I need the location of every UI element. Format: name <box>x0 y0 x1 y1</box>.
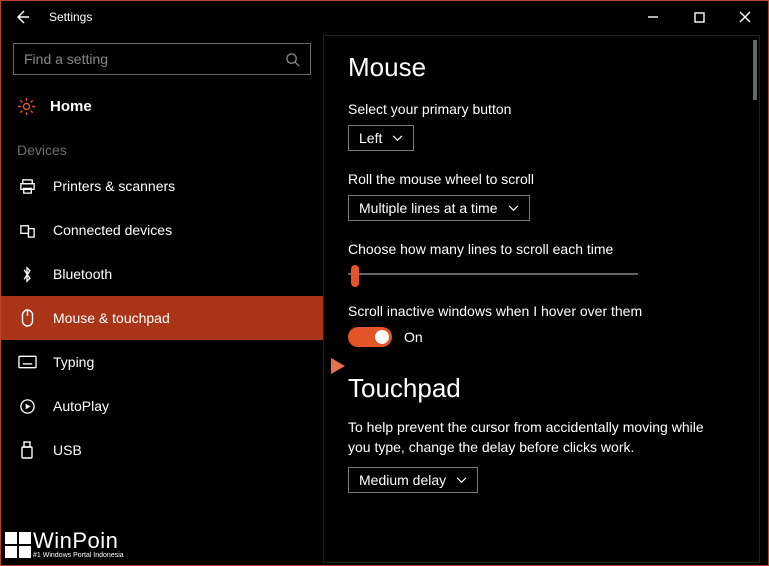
back-button[interactable] <box>1 9 43 25</box>
windows-logo-icon <box>5 532 31 558</box>
sidebar-item-label: Connected devices <box>53 222 172 238</box>
maximize-icon <box>694 12 705 23</box>
sidebar-item-label: Bluetooth <box>53 266 112 282</box>
lines-scroll-label: Choose how many lines to scroll each tim… <box>348 241 735 257</box>
slider-track <box>348 273 638 275</box>
sidebar-item-typing[interactable]: Typing <box>1 340 323 384</box>
usb-icon <box>17 441 37 459</box>
autoplay-icon <box>17 398 37 415</box>
toggle-knob <box>375 330 389 344</box>
sidebar-item-connected-devices[interactable]: Connected devices <box>1 208 323 252</box>
scroll-wheel-dropdown[interactable]: Multiple lines at a time <box>348 195 530 221</box>
minimize-button[interactable] <box>630 1 676 33</box>
sidebar-item-autoplay[interactable]: AutoPlay <box>1 384 323 428</box>
watermark: WinPoin #1 Windows Portal Indonesia <box>5 530 124 559</box>
main-panel: Mouse Select your primary button Left Ro… <box>323 35 760 563</box>
chevron-down-icon <box>456 477 467 484</box>
sidebar-item-usb[interactable]: USB <box>1 428 323 472</box>
toggle-state-text: On <box>404 329 423 345</box>
mouse-icon <box>17 309 37 327</box>
lines-scroll-slider[interactable] <box>348 265 638 283</box>
dropdown-value: Medium delay <box>359 472 446 488</box>
maximize-button[interactable] <box>676 1 722 33</box>
watermark-subtitle: #1 Windows Portal Indonesia <box>33 552 124 559</box>
printer-icon <box>17 178 37 195</box>
sidebar-item-bluetooth[interactable]: Bluetooth <box>1 252 323 296</box>
sidebar-item-label: Typing <box>53 354 94 370</box>
primary-button-dropdown[interactable]: Left <box>348 125 414 151</box>
page-heading-touchpad: Touchpad <box>348 373 735 404</box>
search-icon <box>285 52 300 67</box>
sidebar-item-label: AutoPlay <box>53 398 109 414</box>
sidebar-item-label: Printers & scanners <box>53 178 175 194</box>
sidebar-item-mouse-touchpad[interactable]: Mouse & touchpad <box>1 296 323 340</box>
touchpad-description: To help prevent the cursor from accident… <box>348 418 718 457</box>
close-button[interactable] <box>722 1 768 33</box>
bluetooth-icon <box>17 266 37 283</box>
keyboard-icon <box>17 355 37 369</box>
sidebar-item-printers[interactable]: Printers & scanners <box>1 164 323 208</box>
sidebar: Find a setting Home Devices Printers & s… <box>1 33 323 565</box>
annotation-arrow <box>303 355 345 377</box>
page-heading-mouse: Mouse <box>348 52 735 83</box>
scroll-wheel-label: Roll the mouse wheel to scroll <box>348 171 735 187</box>
titlebar: Settings <box>1 1 768 33</box>
dropdown-value: Multiple lines at a time <box>359 200 498 216</box>
chevron-down-icon <box>392 135 403 142</box>
gear-icon <box>17 97 36 116</box>
sidebar-section-label: Devices <box>1 124 323 164</box>
arrow-left-icon <box>14 9 30 25</box>
inactive-windows-toggle[interactable] <box>348 327 392 347</box>
minimize-icon <box>647 11 659 23</box>
window-title: Settings <box>43 10 630 24</box>
scrollbar[interactable] <box>753 40 757 100</box>
sidebar-item-label: Mouse & touchpad <box>53 310 170 326</box>
search-input[interactable]: Find a setting <box>13 43 311 75</box>
touchpad-delay-dropdown[interactable]: Medium delay <box>348 467 478 493</box>
primary-button-label: Select your primary button <box>348 101 735 117</box>
window-controls <box>630 1 768 33</box>
connected-devices-icon <box>17 222 37 239</box>
sidebar-item-label: USB <box>53 442 82 458</box>
nav-home[interactable]: Home <box>1 89 323 124</box>
inactive-windows-label: Scroll inactive windows when I hover ove… <box>348 303 735 319</box>
search-placeholder: Find a setting <box>24 51 285 67</box>
watermark-title: WinPoin <box>33 530 124 552</box>
slider-thumb[interactable] <box>351 265 359 287</box>
close-icon <box>739 11 751 23</box>
chevron-down-icon <box>508 205 519 212</box>
nav-home-label: Home <box>50 98 92 115</box>
dropdown-value: Left <box>359 130 382 146</box>
